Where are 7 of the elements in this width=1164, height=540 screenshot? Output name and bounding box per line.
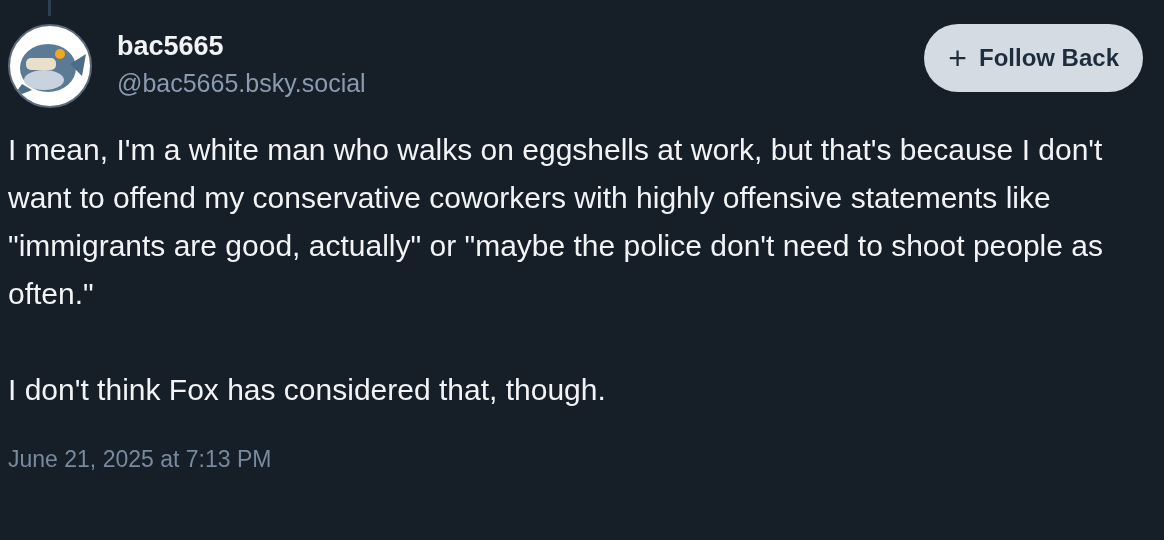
follow-back-button[interactable]: + Follow Back [924,24,1143,92]
user-handle[interactable]: @bac5665.bsky.social [117,66,366,100]
plus-icon: + [948,42,967,74]
display-name[interactable]: bac5665 [117,30,366,62]
post-text: I don't think Fox has considered that, though. [8,372,607,408]
post-timestamp[interactable]: June 21, 2025 at 7:13 PM [8,442,1156,477]
post-text: I mean, I'm a white man who walks on eggshells at work, but that's because I don't want to offend my conservative coworkers with highly offensive statements like "immigrants are good, actually" or "maybe the police don't need to shoot people as often." [8,132,1104,312]
